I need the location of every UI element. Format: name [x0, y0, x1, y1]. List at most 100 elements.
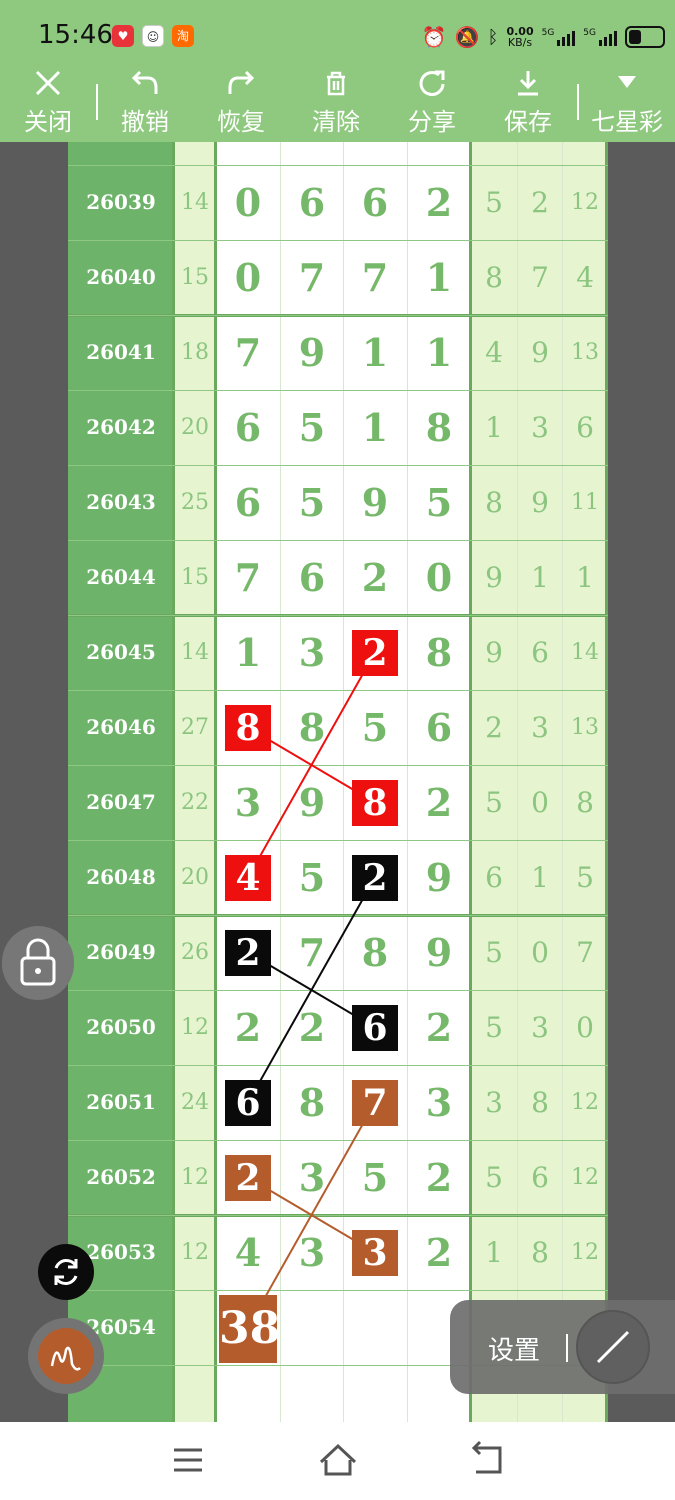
undo-label: 撤销	[121, 108, 169, 136]
stat-cell: 2	[485, 711, 503, 744]
digit-cell: 2	[234, 1005, 262, 1050]
settings-panel: 设置	[450, 1300, 675, 1394]
sum-value: 25	[181, 490, 209, 515]
avatar-app-icon: ☺	[142, 25, 164, 47]
sim1-label: 5G	[541, 28, 555, 38]
battery-icon	[625, 26, 665, 48]
issue-number: 26047	[86, 790, 156, 814]
digit-cell: 0	[425, 555, 453, 600]
highlight-box-brown[interactable]: 2	[225, 1154, 271, 1201]
digit-cell: 1	[425, 255, 453, 300]
stat-cell: 12	[571, 1090, 599, 1115]
digit-cell: 2	[361, 555, 389, 600]
lock-button[interactable]	[2, 926, 74, 1000]
digit-cell: 3	[425, 1080, 453, 1125]
handwriting-icon	[50, 1346, 81, 1371]
digit-cell: 7	[234, 330, 262, 375]
sum-value: 20	[181, 415, 209, 440]
stat-cell: 1	[531, 561, 549, 594]
stat-cell: 9	[531, 486, 549, 519]
stat-cell: 8	[485, 486, 503, 519]
bluetooth-icon: ᛒ	[487, 26, 499, 48]
stat-cell: 13	[571, 340, 599, 365]
highlight-box-red[interactable]: 4	[225, 854, 271, 901]
digit-cell: 0	[234, 180, 262, 225]
stat-cell: 5	[485, 1011, 503, 1044]
issue-number: 26051	[86, 1090, 156, 1114]
digit-cell: 2	[298, 1005, 326, 1050]
settings-button[interactable]: 设置	[488, 1330, 540, 1367]
refresh-button[interactable]	[38, 1244, 94, 1300]
lottery-select-button[interactable]: 七星彩	[587, 68, 667, 142]
back-nav-button[interactable]	[466, 1440, 510, 1480]
digit-cell: 5	[361, 705, 389, 750]
digit-cell: 2	[425, 1005, 453, 1050]
heart-app-icon: ♥	[112, 25, 134, 47]
digit-cell: 2	[425, 180, 453, 225]
menu-icon	[174, 1448, 202, 1472]
stat-cell: 9	[485, 636, 503, 669]
highlight-box-black[interactable]: 6	[225, 1079, 271, 1126]
highlight-box-red[interactable]: 8	[352, 779, 398, 826]
close-button[interactable]: 关闭	[8, 68, 88, 142]
stat-cell: 0	[531, 936, 549, 969]
stat-cell: 1	[485, 1236, 503, 1269]
highlight-box-red[interactable]: 2	[352, 629, 398, 676]
line-tool-button[interactable]	[576, 1310, 650, 1384]
share-button[interactable]: 分享	[392, 68, 472, 142]
highlight-box-black[interactable]: 6	[352, 1004, 398, 1051]
home-nav-button[interactable]	[316, 1440, 360, 1480]
menu-nav-button[interactable]	[166, 1440, 210, 1480]
digit-cell: 1	[361, 330, 389, 375]
stat-cell: 5	[485, 1161, 503, 1194]
digit-cell: 3	[298, 630, 326, 675]
toolbar-divider	[96, 84, 98, 120]
status-bar: 15:46 ♥ ☺ 淘 ⏰ 🔕 ᛒ 0.00 KB/s 5G 5G	[0, 0, 675, 68]
stat-cell: 12	[571, 1165, 599, 1190]
annotation-box[interactable]: 38	[219, 1294, 280, 1363]
issue-number: 26052	[86, 1165, 156, 1189]
save-label: 保存	[504, 108, 552, 136]
digit-cell: 5	[425, 480, 453, 525]
highlight-box-black[interactable]: 2	[225, 929, 271, 976]
highlight-box-black[interactable]: 2	[352, 854, 398, 901]
mute-bell-icon: 🔕	[454, 25, 480, 49]
highlight-box-brown[interactable]: 7	[352, 1079, 398, 1126]
clear-button[interactable]: 清除	[296, 68, 376, 142]
digit-cell: 2	[425, 1155, 453, 1200]
highlight-box-red[interactable]: 8	[225, 704, 271, 751]
issue-number: 26043	[86, 490, 156, 514]
save-button[interactable]: 保存	[488, 68, 568, 142]
stat-cell: 14	[571, 640, 599, 665]
undo-icon	[131, 70, 158, 94]
stat-cell: 1	[531, 861, 549, 894]
signal-sim2-icon: 5G	[583, 28, 617, 46]
system-nav-bar	[0, 1422, 675, 1500]
pen-color-button[interactable]	[28, 1318, 104, 1394]
status-time: 15:46	[38, 20, 113, 50]
lottery-label: 七星彩	[591, 108, 663, 136]
stat-cell: 8	[576, 786, 594, 819]
sum-value: 20	[181, 865, 209, 890]
sum-value: 15	[181, 265, 209, 290]
toolbar-divider	[577, 84, 579, 120]
highlight-box-brown[interactable]: 3	[352, 1229, 398, 1276]
undo-button[interactable]: 撤销	[105, 68, 185, 142]
signal-sim1-icon: 5G	[542, 28, 576, 46]
trend-chart[interactable]: 26039 14 0 6 6 2 5 2 12 26040 15 0 7 7 1 8 7 4 26041 18 7 9 1 1…	[68, 142, 608, 1422]
trash-icon	[327, 71, 345, 96]
alarm-icon: ⏰	[421, 25, 447, 49]
network-rate: 0.00 KB/s	[506, 26, 533, 48]
sum-value: 12	[181, 1240, 209, 1265]
digit-cell: 6	[234, 480, 262, 525]
sum-value: 24	[181, 1090, 209, 1115]
digit-cell: 4	[234, 1230, 262, 1275]
digit-cell: 9	[425, 855, 453, 900]
digit-cell: 1	[361, 405, 389, 450]
pen-color-swatch	[38, 1328, 94, 1384]
redo-button[interactable]: 恢复	[201, 68, 281, 142]
settings-divider	[566, 1334, 568, 1362]
issue-number: 26039	[86, 190, 156, 214]
stat-cell: 9	[531, 336, 549, 369]
lock-icon	[20, 938, 56, 986]
